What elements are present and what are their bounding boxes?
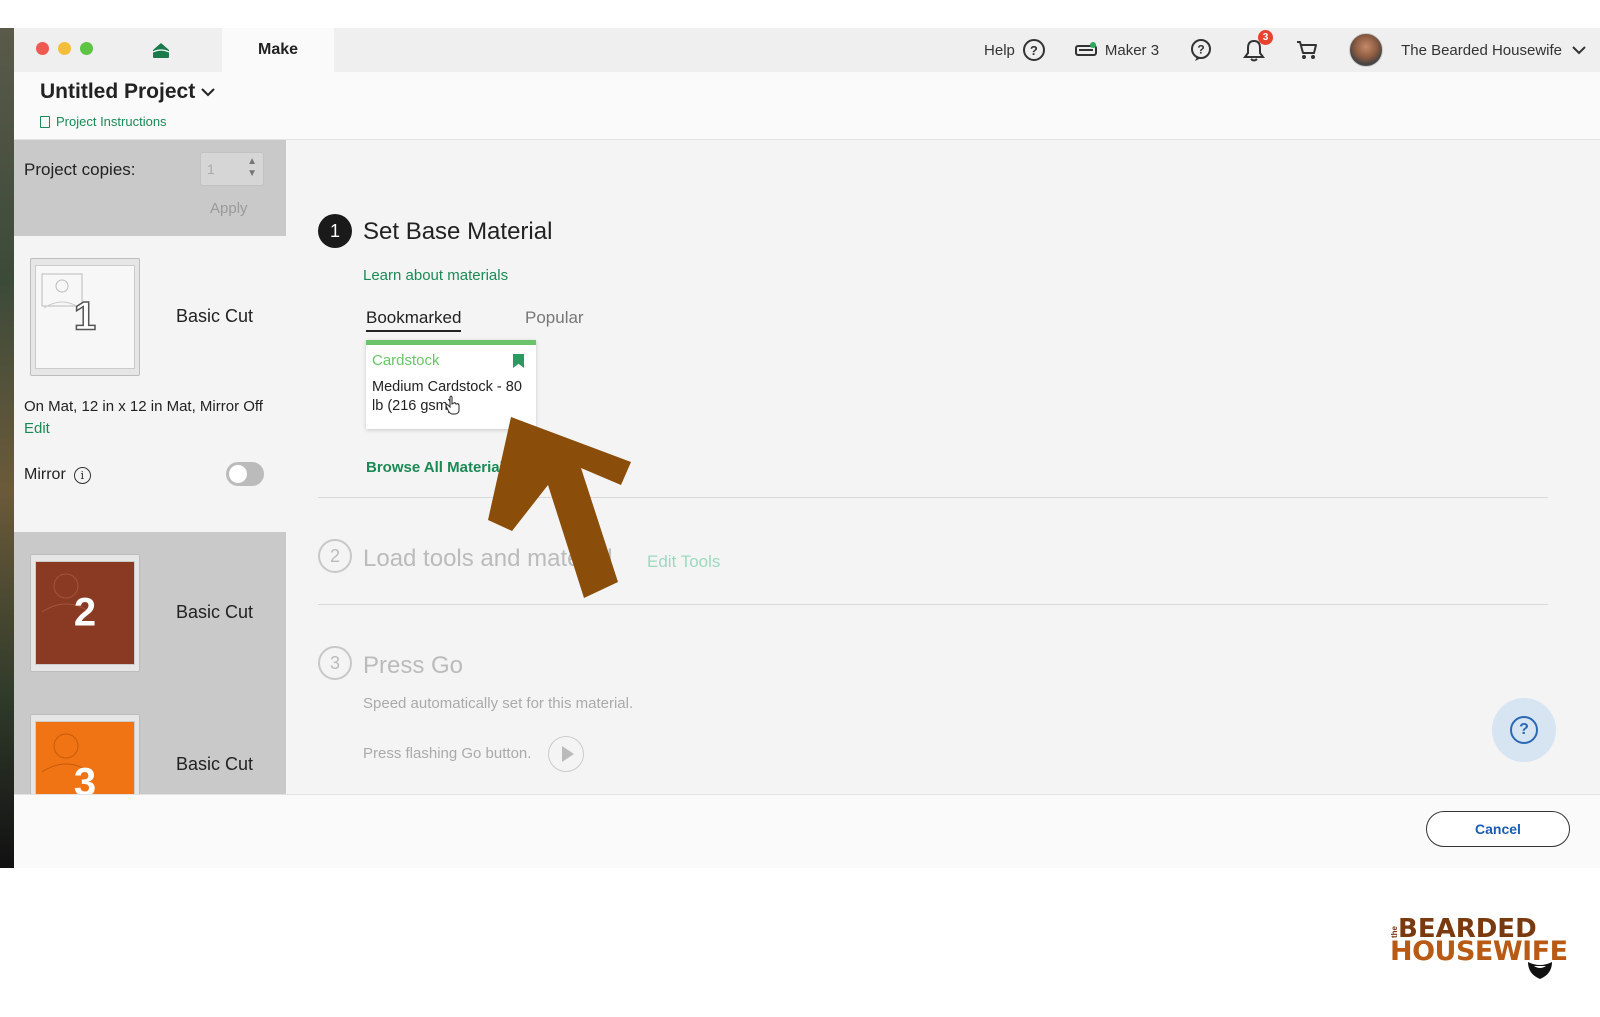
mirror-toggle[interactable]	[226, 462, 264, 486]
go-button[interactable]	[548, 736, 584, 772]
mat-thumbnail-2[interactable]: 2	[30, 554, 140, 672]
play-icon	[562, 746, 574, 762]
step-1-indicator: 1	[318, 214, 352, 248]
divider	[318, 604, 1548, 605]
stepper-icon[interactable]: ▲ ▼	[247, 156, 257, 180]
title-bar: Make Help ? Maker 3 ? 3 The Bearded Hous…	[14, 28, 1600, 72]
mat-item-1[interactable]: 1 Basic Cut On Mat, 12 in x 12 in Mat, M…	[14, 236, 286, 532]
info-icon[interactable]: i	[73, 466, 91, 484]
footer-bar: Cancel	[14, 794, 1600, 868]
top-toolbar: Help ? Maker 3 ? 3 The Bearded Housewife	[984, 28, 1600, 72]
tab-make[interactable]: Make	[222, 28, 334, 72]
mat-label-2: Basic Cut	[176, 602, 254, 622]
divider	[318, 497, 1548, 498]
step-1-title: Set Base Material	[363, 218, 553, 245]
help-chat-button[interactable]: ?	[1492, 698, 1556, 762]
svg-text:?: ?	[1197, 43, 1204, 57]
bearded-housewife-logo: the BEARDED HOUSEWIFE	[1390, 912, 1568, 992]
support-button[interactable]: ?	[1189, 38, 1213, 62]
cancel-label: Cancel	[1475, 821, 1521, 837]
material-category: Cardstock	[372, 352, 440, 369]
help-button[interactable]: Help ?	[984, 39, 1045, 61]
step-3-title: Press Go	[363, 652, 464, 679]
document-icon	[40, 115, 50, 128]
browse-all-materials-link[interactable]: Browse All Materials	[366, 459, 512, 476]
project-instructions-link[interactable]: Project Instructions	[40, 114, 167, 129]
mat-number-3: 3	[73, 760, 97, 794]
apply-button[interactable]: Apply	[210, 200, 248, 217]
toggle-knob	[229, 465, 247, 483]
user-avatar[interactable]	[1349, 33, 1384, 67]
cancel-button[interactable]: Cancel	[1426, 811, 1570, 847]
tab-make-label: Make	[257, 41, 299, 58]
mat-label-3: Basic Cut	[176, 754, 254, 774]
question-circle-icon: ?	[1510, 716, 1538, 744]
notification-badge: 3	[1258, 30, 1274, 45]
mat-number-1: 1	[73, 294, 97, 340]
mat-thumbnail-3[interactable]: 3	[30, 714, 140, 794]
help-label: Help	[984, 41, 1015, 59]
mat-label-1: Basic Cut	[176, 306, 254, 326]
page: Make Help ? Maker 3 ? 3 The Bearded Hous…	[0, 0, 1600, 1017]
notifications-button[interactable]: 3	[1243, 30, 1274, 62]
copies-input[interactable]: 1 ▲ ▼	[200, 152, 264, 186]
project-copies-block: Project copies: 1 ▲ ▼ Apply	[14, 140, 286, 236]
project-title-dropdown[interactable]: Untitled Project	[40, 80, 215, 104]
cart-button[interactable]	[1295, 39, 1319, 61]
close-window-button[interactable]	[36, 42, 49, 55]
hand-cursor-icon	[445, 395, 460, 415]
step-2-title: Load tools and material	[363, 545, 613, 572]
step-3-indicator: 3	[318, 646, 352, 680]
edit-tools-link[interactable]: Edit Tools	[647, 552, 720, 572]
home-icon[interactable]	[150, 39, 172, 61]
copies-label: Project copies:	[24, 160, 136, 179]
mat-info-text: On Mat, 12 in x 12 in Mat, Mirror Off	[24, 398, 263, 415]
copies-value: 1	[207, 161, 215, 177]
speed-description: Speed automatically set for this materia…	[363, 695, 634, 712]
cricut-machine-icon	[1074, 42, 1097, 58]
material-card-medium-cardstock[interactable]: Cardstock Medium Cardstock - 80 lb (216 …	[366, 340, 536, 429]
mat-number-2: 2	[73, 590, 97, 635]
project-header: Untitled Project Project Instructions	[14, 72, 1600, 140]
mat-surface: 2	[35, 561, 135, 665]
cart-icon	[1295, 39, 1319, 61]
machine-label: Maker 3	[1104, 41, 1160, 59]
mat-sidebar: Project copies: 1 ▲ ▼ Apply 1 Basic Cut O…	[14, 140, 286, 794]
chevron-down-icon	[1572, 42, 1586, 59]
mat-surface: 1	[35, 265, 135, 369]
mat-edit-link[interactable]: Edit	[24, 418, 284, 440]
bookmark-icon[interactable]	[513, 354, 524, 368]
chevron-down-icon	[201, 84, 215, 100]
user-name: The Bearded Housewife	[1401, 41, 1562, 59]
background-edge	[0, 28, 14, 868]
mirror-label: Mirror	[24, 466, 66, 483]
mat-item-3[interactable]: 3 Basic Cut	[14, 692, 286, 794]
question-bubble-icon: ?	[1189, 38, 1213, 62]
question-circle-icon: ?	[1022, 39, 1045, 61]
project-instructions-label: Project Instructions	[56, 114, 167, 129]
mat-item-2[interactable]: 2 Basic Cut	[14, 532, 286, 692]
maximize-window-button[interactable]	[80, 42, 93, 55]
mat-info: On Mat, 12 in x 12 in Mat, Mirror Off Ed…	[24, 396, 284, 440]
cricut-design-space-window: Make Help ? Maker 3 ? 3 The Bearded Hous…	[14, 28, 1600, 868]
mat-surface: 3	[35, 721, 135, 794]
press-go-description: Press flashing Go button.	[363, 745, 532, 762]
beard-icon	[1528, 962, 1552, 979]
tab-popular[interactable]: Popular	[525, 308, 584, 328]
tab-bookmarked[interactable]: Bookmarked	[366, 308, 462, 332]
mat-thumbnail-1[interactable]: 1	[30, 258, 140, 376]
machine-selector[interactable]: Maker 3	[1074, 41, 1160, 59]
make-steps-panel: 1 Set Base Material Learn about material…	[286, 140, 1600, 794]
learn-about-materials-link[interactable]: Learn about materials	[363, 267, 508, 284]
project-title: Untitled Project	[40, 80, 196, 103]
step-2-indicator: 2	[318, 539, 352, 573]
user-menu[interactable]: The Bearded Housewife	[1401, 42, 1586, 59]
minimize-window-button[interactable]	[58, 42, 71, 55]
